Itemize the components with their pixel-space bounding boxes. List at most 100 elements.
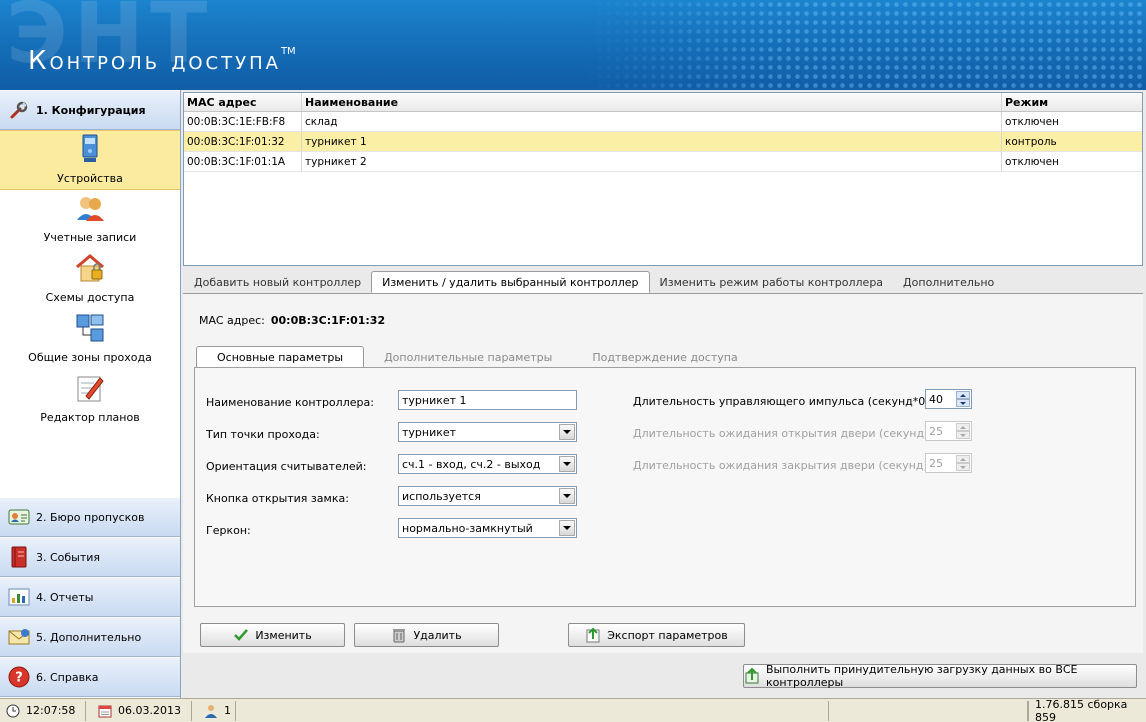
sidebar-section-help[interactable]: ? 6. Справка	[0, 657, 180, 697]
reader-orientation-select[interactable]: сч.1 - вход, сч.2 - выход	[398, 454, 577, 474]
user-icon	[204, 704, 218, 718]
mac-value: 00:0B:3C:1F:01:32	[270, 314, 386, 327]
tab-edit-delete-controller[interactable]: Изменить / удалить выбранный контроллер	[371, 271, 650, 293]
sidebar-section-reports[interactable]: 4. Отчеты	[0, 577, 180, 617]
table-row-selected[interactable]: 00:0B:3C:1F:01:32 турникет 1 контроль	[184, 132, 1142, 152]
export-icon	[585, 627, 601, 643]
sidebar-section-configuration[interactable]: 1. Конфигурация	[0, 90, 180, 130]
tab-access-confirm[interactable]: Подтверждение доступа	[572, 346, 757, 368]
main-panel: MAC адрес Наименование Режим 00:0B:3C:1E…	[181, 90, 1146, 698]
reader-orientation-value: сч.1 - вход, сч.2 - выход	[402, 457, 541, 471]
app-banner: ЭНТ Контроль доступаTM	[0, 0, 1146, 90]
tab-add-controller[interactable]: Добавить новый контроллер	[184, 271, 371, 293]
chevron-down-icon[interactable]	[559, 424, 575, 440]
status-time: 12:07:58	[0, 700, 86, 721]
spin-up-icon[interactable]	[956, 391, 970, 399]
events-book-icon	[8, 546, 30, 568]
tab-additional[interactable]: Дополнительно	[893, 271, 1004, 293]
sidebar-section-label: 4. Отчеты	[36, 590, 94, 604]
report-chart-icon	[8, 586, 30, 608]
cell-mode: отключен	[1005, 115, 1059, 128]
sidebar-item-plan-editor[interactable]: Редактор планов	[0, 370, 180, 430]
column-header-mode[interactable]: Режим	[1002, 93, 1142, 111]
tab-main-params[interactable]: Основные параметры	[196, 346, 365, 368]
column-header-mac[interactable]: MAC адрес	[184, 93, 302, 111]
sidebar-section-label: 1. Конфигурация	[36, 103, 146, 117]
force-load-all-button[interactable]: Выполнить принудительную загрузку данных…	[743, 663, 1137, 689]
users-icon	[74, 192, 106, 224]
gerkon-label: Геркон:	[206, 524, 251, 537]
sidebar-item-label: Учетные записи	[43, 231, 137, 244]
pass-type-label: Тип точки прохода:	[206, 428, 320, 441]
door-close-wait-label: Длительность ожидания закрытия двери (се…	[633, 459, 932, 472]
cell-mode: контроль	[1005, 135, 1057, 148]
spinner-buttons	[956, 455, 970, 471]
delete-button-label: Удалить	[413, 628, 462, 642]
spin-down-icon[interactable]	[956, 399, 970, 407]
sidebar-section-label: 6. Справка	[36, 670, 99, 684]
spinner-buttons[interactable]	[956, 391, 970, 407]
cell-name: турникет 2	[302, 152, 1002, 171]
door-open-wait-value: 25	[929, 424, 943, 438]
app-title-text: Контроль доступа	[28, 46, 281, 76]
pulse-duration-spinner[interactable]: 40	[925, 389, 972, 409]
export-params-button-label: Экспорт параметров	[607, 628, 728, 642]
column-header-name[interactable]: Наименование	[302, 93, 1002, 111]
spinner-buttons	[956, 423, 970, 439]
sidebar-section-additional[interactable]: 5. Дополнительно	[0, 617, 180, 657]
status-date: 06.03.2013	[92, 700, 192, 721]
change-button-label: Изменить	[255, 628, 312, 642]
tab-extra-params[interactable]: Дополнительные параметры	[364, 346, 572, 368]
cell-mac: 00:0B:3C:1F:01:1A	[184, 152, 302, 171]
sidebar-item-devices[interactable]: Устройства	[0, 130, 180, 190]
table-row[interactable]: 00:0B:3C:1F:01:1A турникет 2 отключен	[184, 152, 1142, 172]
spin-up-icon	[956, 423, 970, 431]
status-users-value: 1	[224, 704, 231, 717]
sidebar-item-label: Общие зоны прохода	[28, 351, 152, 364]
app-title: Контроль доступаTM	[28, 46, 296, 76]
gerkon-value: нормально-замкнутый	[402, 521, 533, 535]
spin-up-icon	[956, 455, 970, 463]
sidebar-item-access-schemes[interactable]: Схемы доступа	[0, 250, 180, 310]
sidebar-item-label: Редактор планов	[40, 411, 140, 424]
calendar-icon	[98, 704, 112, 718]
controller-name-input[interactable]: турникет 1	[398, 390, 577, 410]
controllers-table[interactable]: MAC адрес Наименование Режим 00:0B:3C:1E…	[183, 92, 1143, 266]
lock-button-select[interactable]: используется	[398, 486, 577, 506]
checkmark-icon	[233, 627, 249, 643]
status-time-value: 12:07:58	[26, 704, 76, 717]
cell-mac: 00:0B:3C:1E:FB:F8	[184, 112, 302, 131]
delete-button[interactable]: Удалить	[354, 623, 499, 647]
help-icon: ?	[8, 666, 30, 688]
sidebar-section-events[interactable]: 3. События	[0, 537, 180, 577]
sidebar-section-pass-bureau[interactable]: 2. Бюро пропусков	[0, 497, 180, 537]
network-zones-icon	[74, 312, 106, 344]
chevron-down-icon[interactable]	[559, 456, 575, 472]
cell-name: турникет 1	[302, 132, 1002, 151]
envelope-icon	[8, 626, 30, 648]
sidebar-item-common-zones[interactable]: Общие зоны прохода	[0, 310, 180, 370]
cell-mode: отключен	[1005, 155, 1059, 168]
plan-editor-icon	[74, 372, 106, 404]
sidebar-item-accounts[interactable]: Учетные записи	[0, 190, 180, 250]
lock-button-value: используется	[402, 489, 481, 503]
change-button[interactable]: Изменить	[200, 623, 345, 647]
table-row[interactable]: 00:0B:3C:1E:FB:F8 склад отключен	[184, 112, 1142, 132]
controller-name-label: Наименование контроллера:	[206, 396, 374, 409]
upload-icon	[744, 668, 760, 684]
status-version: 1.76.815 сборка 859	[1028, 698, 1146, 722]
pass-type-value: турникет	[402, 425, 457, 439]
config-nav-list: Устройства Учетные записи Схемы доступа …	[0, 130, 180, 497]
tab-change-mode[interactable]: Изменить режим работы контроллера	[650, 271, 894, 293]
trash-icon	[391, 627, 407, 643]
mac-info: MAC адрес: 00:0B:3C:1F:01:32	[199, 314, 385, 327]
chevron-down-icon[interactable]	[559, 520, 575, 536]
gerkon-select[interactable]: нормально-замкнутый	[398, 518, 577, 538]
export-params-button[interactable]: Экспорт параметров	[568, 623, 745, 647]
device-icon	[74, 133, 106, 165]
status-users: 1	[198, 700, 236, 721]
door-close-wait-value: 25	[929, 456, 943, 470]
house-lock-icon	[74, 252, 106, 284]
pass-type-select[interactable]: турникет	[398, 422, 577, 442]
chevron-down-icon[interactable]	[559, 488, 575, 504]
